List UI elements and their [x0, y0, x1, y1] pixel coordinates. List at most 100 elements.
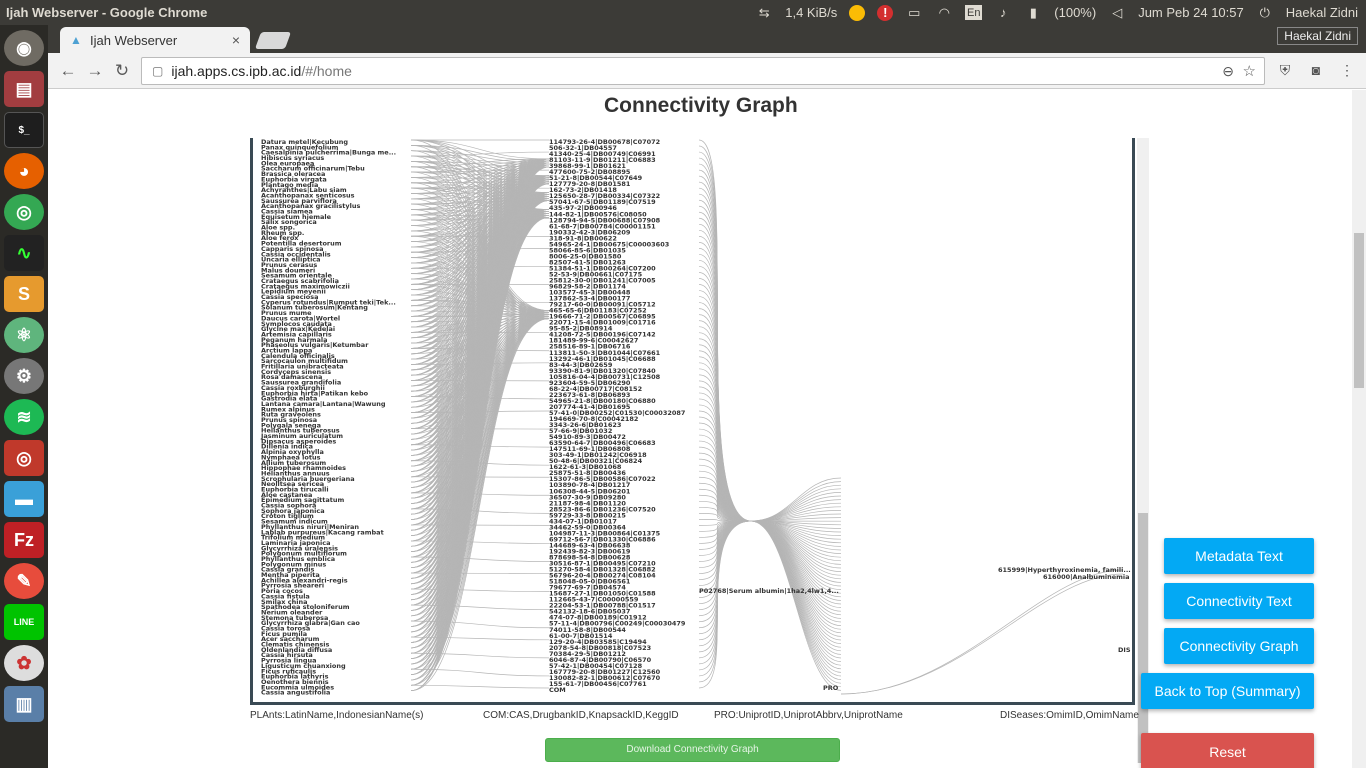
page-content: Connectivity Graph Datura metel|Kecubung…	[48, 90, 1366, 768]
system-tray: ⇆ 1,4 KiB/s ! ▭ ◠ En ♪ ▮ (100%) ◁ Jum Pe…	[755, 0, 1358, 25]
graph-edge	[750, 520, 842, 634]
chrome-icon[interactable]: ◎	[4, 194, 44, 230]
tab-title: Ijah Webserver	[90, 32, 178, 48]
profile-button[interactable]: Haekal Zidni	[1277, 27, 1358, 45]
notification-bell-icon[interactable]: ♪	[994, 4, 1012, 22]
graph-edge	[750, 520, 842, 626]
atom-icon[interactable]: ⚛	[4, 317, 44, 353]
graph-edge	[698, 145, 752, 522]
url-host: ijah.apps.cs.ipb.ac.id	[171, 63, 302, 79]
address-bar[interactable]: ▢ ijah.apps.cs.ipb.ac.id/#/home ⊖ ☆	[141, 57, 1265, 85]
reset-button[interactable]: Reset	[1141, 733, 1314, 768]
browser-window: ▲ Ijah Webserver × Haekal Zidni ← → ↻ ▢ …	[48, 25, 1366, 768]
connectivity-graph-button[interactable]: Connectivity Graph	[1164, 628, 1314, 664]
disease-axis-node: DIS	[1118, 646, 1131, 654]
disease-node-label: 616000|Analbuminemia	[1043, 573, 1130, 582]
graph-canvas[interactable]: Datura metel|KecubungPanax quinquefolium…	[253, 138, 1133, 704]
tab-ijah-webserver[interactable]: ▲ Ijah Webserver ×	[60, 27, 250, 53]
browser-toolbar: ← → ↻ ▢ ijah.apps.cs.ipb.ac.id/#/home ⊖ …	[48, 53, 1366, 89]
bookmark-star-icon[interactable]: ☆	[1243, 62, 1256, 80]
url-path: /#/home	[301, 63, 352, 79]
graph-edge	[698, 187, 752, 522]
clipboard-icon[interactable]: ▭	[905, 4, 923, 22]
extension-icon[interactable]: ◙	[1307, 62, 1325, 80]
favicon-icon: ▲	[70, 33, 82, 47]
zoom-icon[interactable]: ⊖	[1222, 63, 1234, 80]
tab-strip: ▲ Ijah Webserver × Haekal Zidni	[48, 25, 1366, 53]
forward-icon[interactable]: →	[85, 61, 105, 81]
chrome-menu-icon[interactable]: ⋮	[1338, 62, 1356, 80]
graph-edges	[410, 139, 1124, 695]
protein-hub-label: P02768|Serum albumin|1ha2,4lw1,4...	[699, 587, 839, 596]
document-viewer-icon[interactable]: ◎	[4, 440, 44, 476]
tab-close-icon[interactable]: ×	[232, 32, 240, 48]
files-icon[interactable]: ▤	[4, 71, 44, 107]
page-title: Connectivity Graph	[604, 94, 798, 117]
reload-icon[interactable]: ↻	[112, 61, 132, 81]
graph-edge	[750, 492, 842, 522]
clock[interactable]: Jum Peb 24 10:57	[1138, 5, 1244, 20]
graph-edge	[698, 175, 752, 522]
page-scrollbar[interactable]	[1352, 90, 1366, 768]
graph-edge	[698, 520, 752, 689]
download-graph-button[interactable]: Download Connectivity Graph	[545, 738, 840, 762]
user-name[interactable]: Haekal Zidni	[1286, 5, 1358, 20]
metadata-text-button[interactable]: Metadata Text	[1164, 538, 1314, 574]
page-info-icon[interactable]: ▢	[152, 64, 163, 78]
chrome-tray-icon[interactable]	[849, 4, 866, 21]
graph-edge	[410, 684, 550, 689]
graph-edge	[750, 502, 842, 522]
network-transfer-icon[interactable]: ⇆	[755, 4, 773, 22]
graph-edge	[750, 520, 842, 576]
protein-axis-node: PRO	[823, 684, 839, 692]
graph-scroll-thumb[interactable]	[1138, 513, 1148, 763]
spotify-icon[interactable]: ≋	[4, 399, 44, 435]
back-icon[interactable]: ←	[58, 61, 78, 81]
wifi-icon[interactable]: ◠	[935, 4, 953, 22]
graph-edge	[410, 572, 550, 574]
terminal-icon[interactable]: $_	[4, 112, 44, 148]
paint-icon[interactable]: ✿	[4, 645, 44, 681]
system-monitor-icon[interactable]: ∿	[4, 235, 44, 271]
adblock-extension-icon[interactable]: ⛨	[1276, 62, 1294, 80]
volume-icon[interactable]: ◁	[1108, 4, 1126, 22]
folder-icon[interactable]: ▬	[4, 481, 44, 517]
back-to-top-button[interactable]: Back to Top (Summary)	[1141, 673, 1314, 709]
tools-icon[interactable]: ✎	[4, 563, 44, 599]
keyboard-icon[interactable]: En	[965, 5, 983, 20]
filezilla-icon[interactable]: Fz	[4, 522, 44, 558]
page-scroll-thumb[interactable]	[1354, 233, 1364, 388]
battery-icon[interactable]: ▮	[1024, 4, 1042, 22]
axis-label-compounds: COM:CAS,DrugbankID,KnapsackID,KeggID	[483, 710, 679, 721]
graph-scrollbar[interactable]	[1137, 138, 1149, 763]
net-speed: 1,4 KiB/s	[785, 5, 838, 20]
settings-icon[interactable]: ⚙	[4, 358, 44, 394]
battery-level: (100%)	[1054, 5, 1097, 20]
window-title: Ijah Webserver - Google Chrome	[6, 5, 208, 20]
graph-edge	[750, 481, 842, 522]
graph-edge	[698, 157, 752, 522]
axis-label-proteins: PRO:UniprotID,UniprotAbbrv,UniprotName	[714, 710, 903, 721]
graph-edge	[698, 181, 752, 522]
graph-edge	[698, 169, 752, 522]
plant-node-label: Cassia angustifolia	[261, 689, 330, 697]
dash-home-icon[interactable]: ◉	[4, 30, 44, 66]
app-launcher: ◉ ▤ $_ ◕ ◎ ∿ S ⚛ ⚙ ≋ ◎ ▬ Fz ✎ LINE ✿ ▥	[0, 25, 48, 768]
power-icon[interactable]: ⏻	[1256, 4, 1274, 22]
axis-label-diseases: DISeases:OmimID,OmimName	[1000, 710, 1139, 721]
graph-edge	[840, 569, 1124, 695]
line-icon[interactable]: LINE	[4, 604, 44, 640]
compound-node-label: COM	[549, 686, 566, 694]
storage-icon[interactable]: ▥	[4, 686, 44, 722]
alert-icon[interactable]: !	[877, 4, 894, 21]
os-top-panel: Ijah Webserver - Google Chrome ⇆ 1,4 KiB…	[0, 0, 1366, 25]
connectivity-graph[interactable]: Datura metel|Kecubung Panax quinquefolium…	[250, 138, 1135, 705]
axis-label-plants: PLAnts:LatinName,IndonesianName(s)	[250, 710, 424, 721]
sublime-text-icon[interactable]: S	[4, 276, 44, 312]
new-tab-button[interactable]	[254, 32, 292, 49]
graph-edge	[840, 573, 1124, 695]
firefox-icon[interactable]: ◕	[4, 153, 44, 189]
graph-edge	[698, 520, 752, 683]
connectivity-text-button[interactable]: Connectivity Text	[1164, 583, 1314, 619]
graph-edge	[698, 520, 752, 677]
